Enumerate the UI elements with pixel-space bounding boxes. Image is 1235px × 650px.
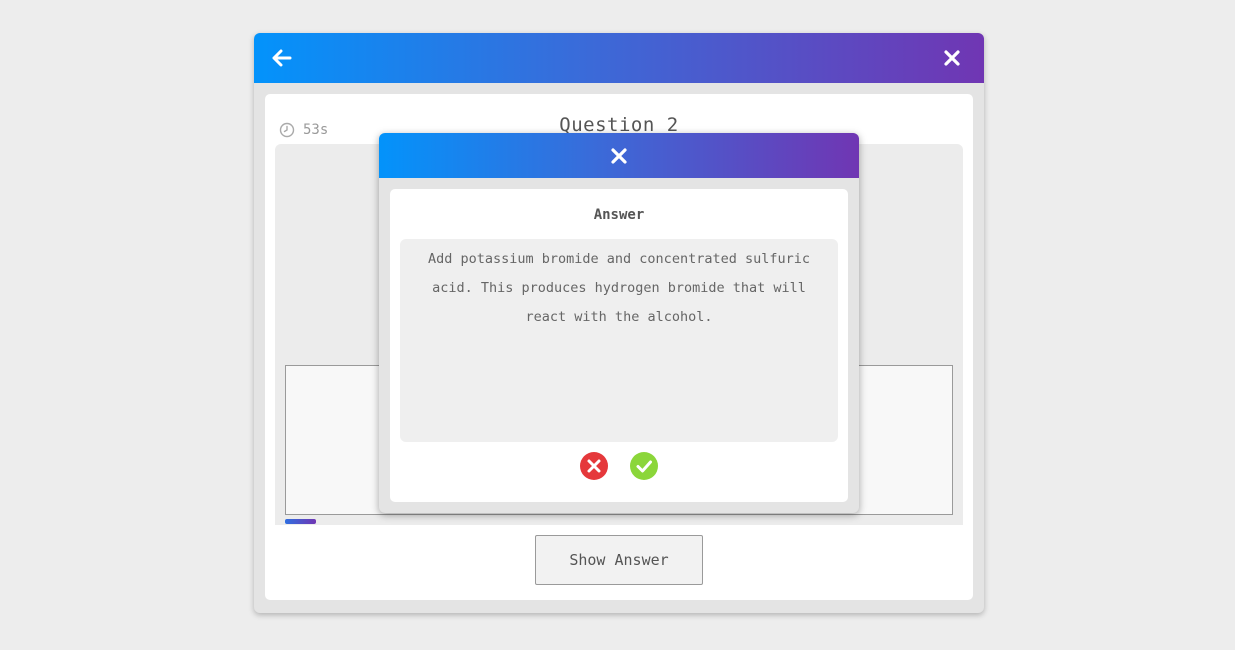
back-arrow-icon[interactable] [270,46,294,70]
mark-wrong-button[interactable] [580,452,608,480]
modal-header [379,133,859,178]
close-icon[interactable] [940,46,964,70]
answer-modal: Answer Add potassium bromide and concent… [379,133,859,513]
answer-box: Add potassium bromide and concentrated s… [400,239,838,442]
answer-text: Add potassium bromide and concentrated s… [427,251,810,325]
window-header [254,33,984,83]
mark-correct-button[interactable] [630,452,658,480]
check-circle-icon [636,460,652,473]
modal-close-icon[interactable] [607,144,631,168]
x-circle-icon [587,459,601,473]
progress-bar [285,519,316,524]
modal-body: Answer Add potassium bromide and concent… [390,189,848,502]
modal-title: Answer [593,207,645,223]
show-answer-button[interactable]: Show Answer [535,535,703,585]
